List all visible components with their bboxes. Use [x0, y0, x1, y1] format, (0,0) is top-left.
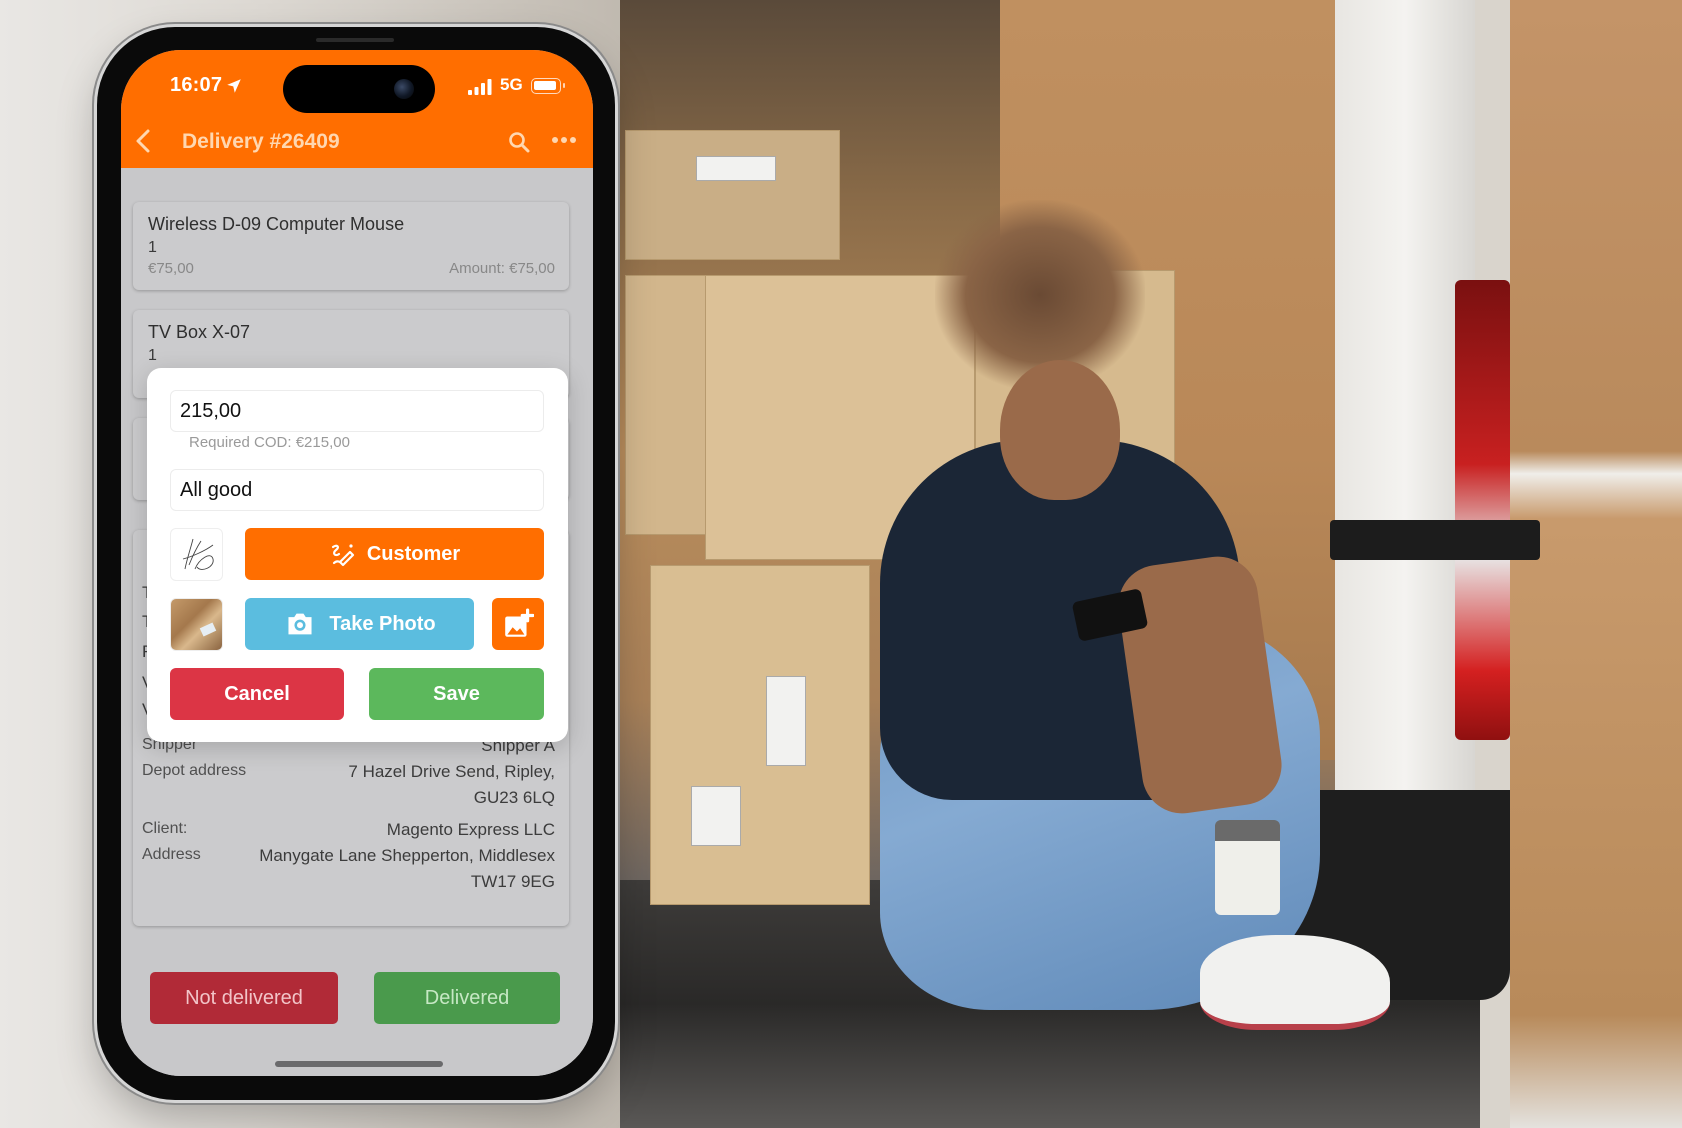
depot-address-line1: 7 Hazel Drive Send, Ripley,	[348, 762, 555, 781]
parcel-label	[199, 622, 217, 637]
coffee-cup	[1215, 820, 1280, 915]
address-label: Address	[142, 846, 201, 863]
dynamic-island	[283, 65, 435, 113]
delivered-button[interactable]: Delivered	[374, 972, 560, 1024]
add-image-icon	[505, 608, 534, 637]
home-indicator[interactable]	[275, 1061, 443, 1067]
depot-address-line2: GU23 6LQ	[473, 788, 555, 807]
cod-amount-input[interactable]	[170, 390, 544, 432]
phone-screen: 16:07 5G Delivery #26409 Wireless D-09 C…	[121, 50, 593, 1076]
signal-bars-icon	[468, 79, 492, 95]
page-title: Delivery #26409	[182, 130, 340, 153]
item-card[interactable]: Wireless D-09 Computer Mouse 1 €75,00 Am…	[133, 202, 569, 290]
parcel-box	[625, 275, 710, 535]
client-value: Magento Express LLC	[386, 820, 555, 839]
cod-required-hint: Required COD: €215,00	[189, 434, 350, 451]
parcel-box	[625, 130, 840, 260]
courier-sneaker	[1200, 935, 1390, 1030]
address-value: Manygate Lane Shepperton, Middlesex TW17…	[259, 843, 555, 895]
customer-signature-button[interactable]: Customer	[245, 528, 544, 580]
parcel-box	[650, 565, 870, 905]
item-quantity: 1	[148, 239, 157, 256]
courier-face	[1000, 360, 1120, 500]
save-button[interactable]: Save	[369, 668, 544, 720]
signature-pen-icon	[331, 544, 354, 567]
back-chevron-icon[interactable]	[133, 128, 155, 154]
van-rear-door	[1510, 0, 1682, 1128]
app-header: 16:07 5G Delivery #26409	[121, 50, 593, 168]
add-image-button[interactable]	[492, 598, 544, 650]
front-camera	[394, 79, 414, 99]
not-delivered-button[interactable]: Not delivered	[150, 972, 338, 1024]
address-line1: Manygate Lane Shepperton, Middlesex	[259, 846, 555, 865]
cancel-button[interactable]: Cancel	[170, 668, 344, 720]
item-name: TV Box X-07	[148, 322, 251, 342]
item-price: €75,00	[148, 260, 194, 277]
phone-speaker	[316, 38, 394, 42]
search-icon[interactable]	[507, 130, 531, 154]
location-arrow-icon	[227, 79, 241, 93]
van-door-frame	[1335, 0, 1475, 900]
item-name: Wireless D-09 Computer Mouse	[148, 214, 405, 234]
status-time: 16:07	[170, 74, 223, 96]
battery-icon	[531, 78, 565, 94]
depot-address-value: 7 Hazel Drive Send, Ripley, GU23 6LQ	[348, 759, 555, 811]
courier-hair	[935, 200, 1145, 390]
depot-address-label: Depot address	[142, 762, 247, 779]
door-hinge	[1330, 520, 1540, 560]
signature-thumbnail[interactable]	[170, 528, 223, 581]
item-amount: Amount: €75,00	[449, 260, 555, 277]
take-photo-label: Take Photo	[329, 612, 436, 635]
van-taillight	[1455, 280, 1510, 740]
take-photo-button[interactable]: Take Photo	[245, 598, 474, 650]
address-line2: TW17 9EG	[470, 872, 555, 891]
customer-button-label: Customer	[366, 542, 461, 565]
signature-icon	[182, 538, 214, 570]
camera-icon	[288, 613, 312, 635]
item-quantity: 1	[148, 347, 157, 364]
photo-thumbnail[interactable]	[170, 598, 223, 651]
more-dots-icon[interactable]	[551, 135, 577, 145]
cod-confirmation-dialog: Required COD: €215,00 Customer	[147, 368, 568, 742]
network-type: 5G	[500, 75, 523, 94]
note-input[interactable]	[170, 469, 544, 511]
client-label: Client:	[142, 820, 188, 837]
